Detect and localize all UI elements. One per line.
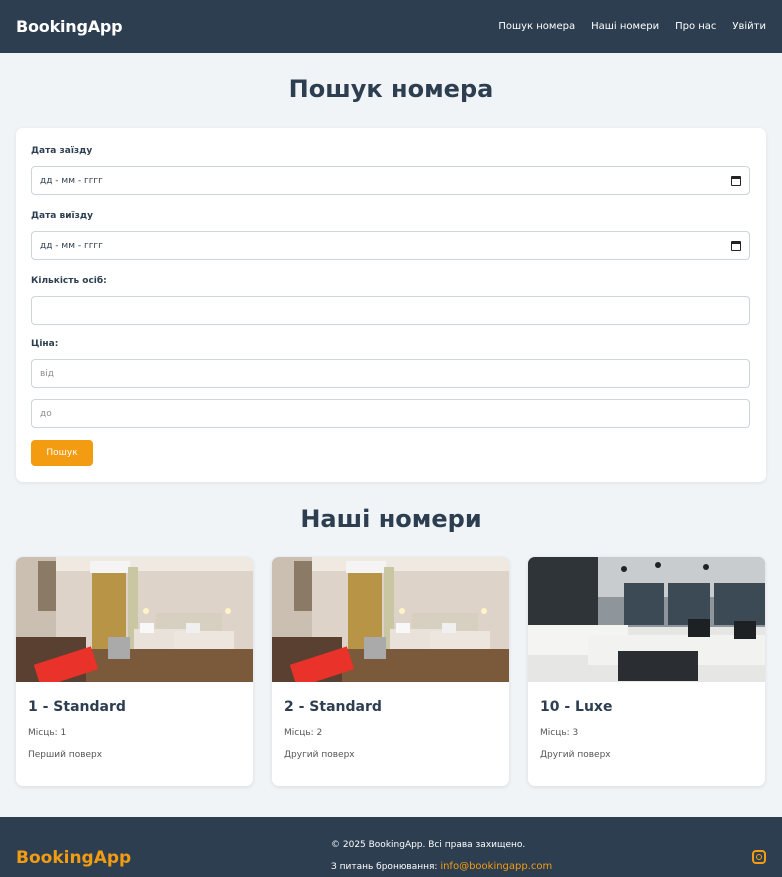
footer-contact-text: З питань бронювання: xyxy=(331,862,438,872)
checkout-date-input[interactable]: дд - мм - гггг xyxy=(31,231,750,260)
footer: BookingApp © 2025 BookingApp. Всі права … xyxy=(0,817,782,877)
room-card[interactable]: 2 - Standard Місць: 2 Другий поверх xyxy=(272,557,509,786)
footer-email-link[interactable]: info@bookingapp.com xyxy=(440,861,552,872)
brand-logo[interactable]: BookingApp xyxy=(16,17,123,36)
guests-label: Кількість осіб: xyxy=(31,276,107,286)
nav-links: Пошук номера Наші номери Про нас Увійти xyxy=(498,21,766,32)
room-floor: Другий поверх xyxy=(540,750,611,760)
navbar: BookingApp Пошук номера Наші номери Про … xyxy=(0,0,782,53)
checkout-date-value: дд - мм - гггг xyxy=(40,240,103,251)
price-from-input[interactable]: від xyxy=(31,359,750,388)
search-form: Дата заїзду дд - мм - гггг Дата виїзду д… xyxy=(16,128,766,482)
footer-copyright: © 2025 BookingApp. Всі права захищено. xyxy=(331,840,526,850)
room-card[interactable]: 10 - Luxe Місць: 3 Другий поверх xyxy=(528,557,765,786)
nav-link-about[interactable]: Про нас xyxy=(675,21,716,32)
room-name: 10 - Luxe xyxy=(540,699,613,715)
price-to-placeholder: до xyxy=(40,408,52,419)
room-floor: Перший поверх xyxy=(28,750,103,760)
search-button[interactable]: Пошук xyxy=(31,440,93,466)
nav-link-search[interactable]: Пошук номера xyxy=(498,21,575,32)
rooms-section-title: Наші номери xyxy=(300,505,482,533)
room-photo[interactable] xyxy=(272,557,509,682)
checkin-date-value: дд - мм - гггг xyxy=(40,175,103,186)
checkout-label: Дата виїзду xyxy=(31,211,93,221)
price-label: Ціна: xyxy=(31,339,59,349)
room-places: Місць: 1 xyxy=(28,728,67,738)
room-photo[interactable] xyxy=(16,557,253,682)
calendar-icon[interactable] xyxy=(731,241,741,251)
price-to-input[interactable]: до xyxy=(31,399,750,428)
footer-brand: BookingApp xyxy=(16,848,132,868)
checkin-date-input[interactable]: дд - мм - гггг xyxy=(31,166,750,195)
nav-link-login[interactable]: Увійти xyxy=(732,21,766,32)
instagram-icon[interactable] xyxy=(752,850,766,864)
room-places: Місць: 3 xyxy=(540,728,579,738)
search-section-title: Пошук номера xyxy=(288,75,494,103)
calendar-icon[interactable] xyxy=(731,176,741,186)
checkin-label: Дата заїзду xyxy=(31,146,93,156)
room-floor: Другий поверх xyxy=(284,750,355,760)
guests-input[interactable] xyxy=(31,296,750,325)
price-from-placeholder: від xyxy=(40,368,55,379)
footer-contact: З питань бронювання: info@bookingapp.com xyxy=(331,861,552,872)
room-name: 1 - Standard xyxy=(28,699,126,715)
nav-link-rooms[interactable]: Наші номери xyxy=(591,21,659,32)
room-places: Місць: 2 xyxy=(284,728,323,738)
room-card[interactable]: 1 - Standard Місць: 1 Перший поверх xyxy=(16,557,253,786)
room-name: 2 - Standard xyxy=(284,699,382,715)
room-photo[interactable] xyxy=(528,557,765,682)
